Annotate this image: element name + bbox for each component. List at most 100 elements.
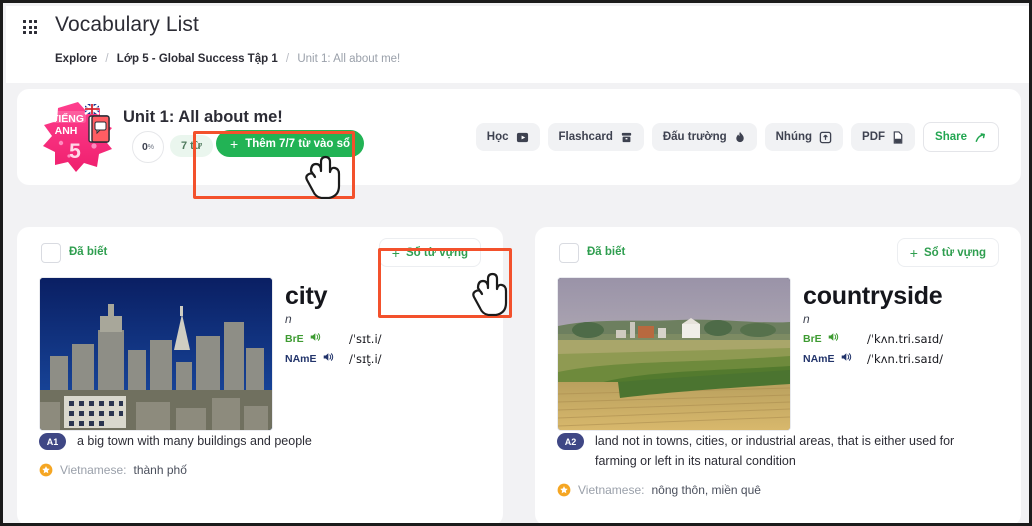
definition-row: A2 land not in towns, cities, or industr… [557, 432, 999, 472]
bre-label-group[interactable]: BrE [803, 331, 845, 346]
embed-button[interactable]: Nhúng [764, 123, 844, 151]
vocabulary-card: Đã biết + Sổ từ vựng [17, 227, 503, 523]
part-of-speech: n [803, 312, 810, 326]
breadcrumb-item-book[interactable]: Lớp 5 - Global Success Tập 1 [117, 53, 278, 65]
card-body: city n BrE /ˈsɪt.i/ NAmE /ˈsɪt̬.i/ [17, 277, 503, 432]
video-lesson-icon [516, 131, 529, 144]
name-ipa: /ˈkʌn.tri.saɪd/ [867, 351, 944, 366]
breadcrumb-item-unit: Unit 1: All about me! [297, 53, 401, 65]
unit-summary-card: TIẾNG ANH 5 Unit 1: All about me! 0 % 7 … [17, 89, 1021, 185]
vocabulary-card: Đã biết + Sổ từ vựng [535, 227, 1021, 523]
speaker-icon[interactable] [309, 331, 321, 346]
known-checkbox[interactable] [41, 243, 61, 263]
bre-label: BrE [285, 332, 304, 345]
word-image[interactable] [39, 277, 273, 431]
bre-ipa: /ˈkʌn.tri.saɪd/ [867, 331, 944, 346]
study-label: Học [486, 131, 509, 143]
breadcrumb-item-explore[interactable]: Explore [55, 53, 97, 65]
logo-number: 5 [69, 140, 81, 163]
vietnamese-label: Vietnamese: [578, 482, 645, 497]
flashcard-label: Flashcard [558, 131, 613, 143]
word-details: city n BrE /ˈsɪt.i/ NAmE /ˈsɪt̬.i/ [285, 283, 493, 366]
name-ipa: /ˈsɪt̬.i/ [349, 351, 382, 366]
logo-text-anh: ANH [55, 125, 78, 137]
vietnamese-text: nông thôn, miền quê [651, 482, 761, 497]
card-body: countryside n BrE /ˈkʌn.tri.saɪd/ NAmE /… [535, 277, 1021, 432]
speaker-icon[interactable] [827, 331, 839, 346]
pronunciation-name: NAmE /ˈsɪt̬.i/ [285, 351, 493, 366]
flame-icon [734, 131, 746, 144]
pronunciation-bre: BrE /ˈkʌn.tri.saɪd/ [803, 331, 1011, 346]
card-footer: A2 land not in towns, cities, or industr… [535, 432, 1021, 497]
embed-label: Nhúng [775, 131, 813, 143]
page-header: Vocabulary List Explore / Lớp 5 - Global… [6, 6, 1029, 83]
word-image[interactable] [557, 277, 791, 431]
unit-title: Unit 1: All about me! [123, 108, 283, 126]
cefr-level-badge: A2 [557, 433, 584, 450]
arena-button[interactable]: Đấu trường [651, 123, 757, 151]
share-arrow-icon [974, 131, 987, 144]
add-to-notebook-label: Sổ từ vựng [405, 246, 468, 259]
bre-label-group[interactable]: BrE [285, 331, 327, 346]
word-details: countryside n BrE /ˈkʌn.tri.saɪd/ NAmE /… [803, 283, 1011, 366]
definition-row: A1 a big town with many buildings and pe… [39, 432, 481, 452]
book-icon [88, 115, 110, 143]
plus-icon: + [909, 244, 918, 261]
plus-icon: + [391, 244, 400, 261]
plus-icon: + [230, 135, 239, 152]
card-footer: A1 a big town with many buildings and pe… [17, 432, 503, 477]
breadcrumb-separator: / [285, 53, 290, 65]
pronunciation-name: NAmE /ˈkʌn.tri.saɪd/ [803, 351, 1011, 366]
bre-label: BrE [803, 332, 822, 345]
part-of-speech: n [285, 312, 292, 326]
vietnamese-row: Vietnamese: nông thôn, miền quê [557, 483, 999, 497]
page-title: Vocabulary List [55, 13, 199, 36]
flashcard-box-icon [620, 131, 633, 144]
definition-text: land not in towns, cities, or industrial… [595, 434, 955, 468]
card-header: Đã biết + Sổ từ vựng [535, 227, 1021, 277]
logo-text-tieng: TIẾNG [52, 112, 84, 125]
name-label-group[interactable]: NAmE [285, 351, 333, 366]
uk-flag-icon [84, 103, 100, 115]
pdf-file-icon [892, 130, 904, 144]
study-button[interactable]: Học [475, 123, 540, 151]
arena-label: Đấu trường [662, 131, 727, 143]
name-label: NAmE [285, 352, 317, 365]
unit-actions: Học Flashcard Đấu trường Nhúng PDF Share [475, 89, 999, 185]
embed-icon [819, 131, 832, 144]
speaker-icon[interactable] [840, 351, 852, 366]
name-label: NAmE [803, 352, 835, 365]
progress-unit: % [147, 143, 155, 151]
add-to-notebook-label: Sổ từ vựng [923, 246, 986, 259]
unit-logo: TIẾNG ANH 5 [39, 99, 117, 175]
pronunciation-bre: BrE /ˈsɪt.i/ [285, 331, 493, 346]
bre-ipa: /ˈsɪt.i/ [349, 331, 382, 346]
word-count-badge: 7 từ [170, 135, 213, 157]
add-all-words-button[interactable]: + Thêm 7/7 từ vào sổ [216, 130, 365, 157]
breadcrumb-separator: / [105, 53, 109, 65]
known-checkbox[interactable] [559, 243, 579, 263]
pdf-button[interactable]: PDF [851, 123, 916, 151]
share-button[interactable]: Share [923, 122, 999, 152]
app-window: Vocabulary List Explore / Lớp 5 - Global… [0, 0, 1032, 526]
known-label: Đã biết [587, 246, 626, 258]
flashcard-button[interactable]: Flashcard [547, 123, 644, 151]
grid-apps-icon[interactable] [15, 12, 45, 42]
add-all-words-label: Thêm 7/7 từ vào sổ [245, 137, 351, 150]
add-to-notebook-button[interactable]: + Sổ từ vựng [896, 238, 999, 267]
vietnamese-row: Vietnamese: thành phố [39, 463, 481, 477]
speaker-icon[interactable] [322, 351, 334, 366]
vietnamese-label: Vietnamese: [60, 462, 127, 477]
name-label-group[interactable]: NAmE [803, 351, 851, 366]
definition-text: a big town with many buildings and peopl… [77, 434, 312, 448]
pdf-label: PDF [862, 131, 886, 143]
star-icon [557, 483, 571, 497]
known-label: Đã biết [69, 246, 108, 258]
card-header: Đã biết + Sổ từ vựng [17, 227, 503, 277]
star-icon [39, 463, 53, 477]
word-headword: city [285, 282, 328, 310]
progress-indicator: 0% [132, 131, 164, 163]
vietnamese-text: thành phố [133, 462, 187, 477]
add-to-notebook-button[interactable]: + Sổ từ vựng [378, 238, 481, 267]
share-label: Share [935, 131, 967, 143]
